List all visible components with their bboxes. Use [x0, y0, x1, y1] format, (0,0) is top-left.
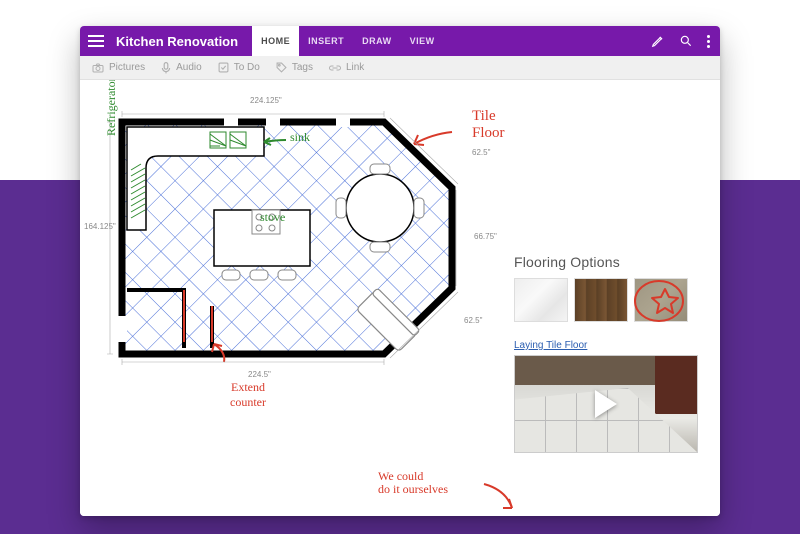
link-icon	[329, 63, 341, 73]
ribbon-tabs: HOME INSERT DRAW VIEW	[252, 26, 444, 56]
annotation-extend-counter: Extend counter	[230, 380, 266, 410]
ribbon-toolbar: Pictures Audio To Do Tags Link	[80, 56, 720, 80]
ribbon-audio[interactable]: Audio	[161, 62, 202, 74]
tab-insert[interactable]: INSERT	[299, 26, 353, 56]
app-window: Kitchen Renovation HOME INSERT DRAW VIEW…	[80, 26, 720, 516]
tab-view[interactable]: VIEW	[401, 26, 444, 56]
swatch-concrete[interactable]	[634, 278, 688, 322]
dim-bottom: 224.5"	[248, 370, 271, 379]
selected-star-icon	[629, 275, 691, 327]
annotation-ourselves: We could do it ourselves	[378, 470, 448, 496]
document-title: Kitchen Renovation	[116, 34, 238, 49]
dim-top: 224.125"	[250, 96, 282, 105]
ribbon-todo[interactable]: To Do	[218, 62, 260, 73]
more-icon[interactable]	[707, 35, 710, 48]
ribbon-audio-label: Audio	[176, 62, 202, 73]
titlebar: Kitchen Renovation HOME INSERT DRAW VIEW	[80, 26, 720, 56]
ribbon-tags-label: Tags	[292, 62, 313, 73]
swatch-marble[interactable]	[514, 278, 568, 322]
pen-icon[interactable]	[651, 34, 665, 48]
annotation-stove: stove	[260, 210, 285, 225]
ribbon-link-label: Link	[346, 62, 364, 73]
note-canvas[interactable]: 224.125" 164.125" 62.5" 66.75" 62.5" 224…	[80, 80, 720, 516]
ribbon-tags[interactable]: Tags	[276, 62, 313, 73]
annotation-refrigerator: Refrigerator	[104, 80, 119, 136]
video-thumbnail[interactable]	[514, 355, 698, 453]
ribbon-link[interactable]: Link	[329, 62, 364, 73]
tab-draw[interactable]: DRAW	[353, 26, 401, 56]
checkbox-icon	[218, 62, 229, 73]
menu-icon[interactable]	[88, 35, 104, 47]
flooring-options-section: Flooring Options Laying Tile Floor	[514, 254, 698, 453]
annotation-sink: sink	[290, 130, 310, 145]
mic-icon	[161, 62, 171, 74]
search-icon[interactable]	[679, 34, 693, 48]
video-reference: Laying Tile Floor	[514, 340, 698, 453]
dim-right-mid: 66.75"	[474, 232, 497, 241]
ribbon-pictures[interactable]: Pictures	[92, 62, 145, 73]
annotation-tile-floor: Tile Floor	[472, 108, 505, 142]
flooring-options-title: Flooring Options	[514, 254, 698, 270]
tab-home[interactable]: HOME	[252, 26, 299, 56]
swatch-wood[interactable]	[574, 278, 628, 322]
floorplan-drawing	[104, 110, 464, 370]
dim-right-bot: 62.5"	[464, 316, 482, 325]
tag-icon	[276, 62, 287, 73]
flooring-swatches	[514, 278, 698, 322]
camera-icon	[92, 63, 104, 73]
video-link[interactable]: Laying Tile Floor	[514, 340, 698, 351]
ribbon-todo-label: To Do	[234, 62, 260, 73]
ribbon-pictures-label: Pictures	[109, 62, 145, 73]
dim-right-top: 62.5"	[472, 148, 490, 157]
play-icon	[595, 390, 617, 418]
